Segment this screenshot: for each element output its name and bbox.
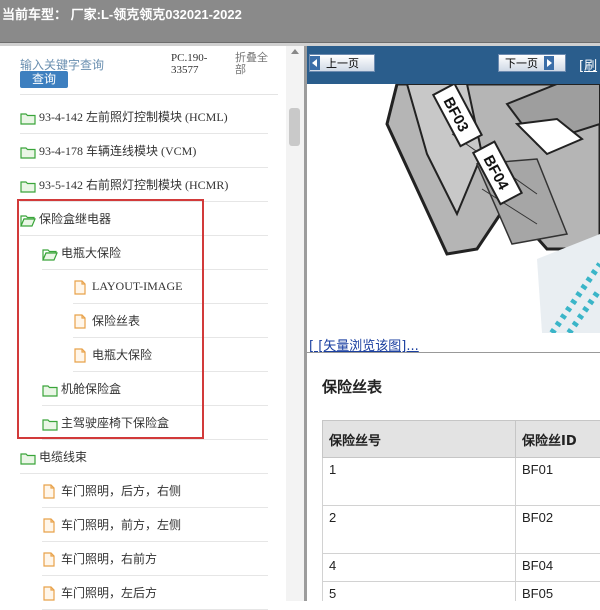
- cell-fuse-id: BF05: [516, 582, 600, 602]
- fuse-layout-diagram: BF03 BF04: [307, 84, 600, 333]
- tree-item[interactable]: 车门照明，左后方: [42, 576, 268, 610]
- table-row: 5BF05: [323, 582, 600, 602]
- next-page-label: 下一页: [499, 55, 544, 71]
- tree-item[interactable]: 93-4-142 左前照灯控制模块 (HCML): [20, 100, 268, 134]
- column-header-fuse-no: 保险丝号: [323, 421, 516, 458]
- table-row: 1BF01: [323, 458, 600, 506]
- tree-item-label: 车门照明，前方，左侧: [61, 516, 181, 533]
- tree-item-label: 93-5-142 右前照灯控制模块 (HCMR): [39, 176, 228, 193]
- viewer-nav-bar: 上一页 下一页 [刷: [307, 46, 600, 84]
- tree-item-label: 电缆线束: [39, 448, 87, 465]
- sidebar-scrollbar[interactable]: [286, 46, 304, 601]
- cell-fuse-no: 2: [323, 506, 516, 554]
- tree-item[interactable]: 车门照明，后方，右侧: [42, 474, 268, 508]
- next-page-button[interactable]: 下一页: [498, 54, 566, 72]
- tree-item[interactable]: 93-4-178 车辆连线模块 (VCM): [20, 134, 268, 168]
- refresh-link[interactable]: [刷: [579, 55, 597, 74]
- cell-fuse-id: BF01: [516, 458, 600, 506]
- cell-fuse-no: 1: [323, 458, 516, 506]
- tree-item[interactable]: 93-5-142 右前照灯控制模块 (HCMR): [20, 168, 268, 202]
- tree-item-label: 93-4-178 车辆连线模块 (VCM): [39, 142, 196, 159]
- prev-page-label: 上一页: [320, 55, 365, 71]
- tree-item[interactable]: 车门照明，前方，左侧: [42, 508, 268, 542]
- folder-icon: [20, 110, 36, 123]
- table-header-row: 保险丝号 保险丝ID: [323, 421, 600, 458]
- folder-icon: [20, 178, 36, 191]
- tree-item[interactable]: 电缆线束: [20, 440, 268, 474]
- scroll-up-icon[interactable]: [291, 49, 299, 54]
- tree-item-label: 车门照明，后方，右侧: [61, 482, 181, 499]
- cell-fuse-id: BF02: [516, 506, 600, 554]
- table-row: 2BF02: [323, 506, 600, 554]
- cell-fuse-no: 4: [323, 554, 516, 582]
- highlight-box: [17, 199, 204, 439]
- viewer-panel: 上一页 下一页 [刷 BF03: [307, 46, 600, 601]
- arrow-right-icon: [544, 56, 554, 70]
- document-icon: [42, 484, 58, 497]
- tree-item[interactable]: 车门照明，右前方: [42, 542, 268, 576]
- search-button[interactable]: 查询: [20, 71, 68, 88]
- document-icon: [42, 586, 58, 599]
- collapse-all-link[interactable]: 折叠全部: [235, 52, 275, 76]
- header-divider: [20, 94, 278, 95]
- arrow-left-icon: [310, 56, 320, 70]
- fuse-table: 保险丝号 保险丝ID 1BF012BF024BF045BF05: [322, 420, 600, 601]
- table-row: 4BF04: [323, 554, 600, 582]
- window-title: 当前车型： 厂家:L-领克领克032021-2022: [2, 4, 242, 23]
- pc-info-text: PC.190-33577: [171, 52, 231, 76]
- prev-page-button[interactable]: 上一页: [309, 54, 375, 72]
- folder-icon: [20, 450, 36, 463]
- tree-item-label: 车门照明，右前方: [61, 550, 157, 567]
- scrollbar-thumb[interactable]: [289, 108, 300, 146]
- tree-item-label: 93-4-142 左前照灯控制模块 (HCML): [39, 108, 228, 125]
- column-header-fuse-id: 保险丝ID: [516, 421, 600, 458]
- document-icon: [42, 552, 58, 565]
- cell-fuse-id: BF04: [516, 554, 600, 582]
- title-bar: 当前车型： 厂家:L-领克领克032021-2022: [0, 0, 600, 43]
- tree-item-label: 车门照明，左后方: [61, 584, 157, 601]
- folder-icon: [20, 144, 36, 157]
- document-icon: [42, 518, 58, 531]
- cell-fuse-no: 5: [323, 582, 516, 602]
- content-divider: [307, 352, 600, 353]
- fuse-table-body: 1BF012BF024BF045BF05: [323, 458, 600, 602]
- fuse-table-title: 保险丝表: [322, 376, 382, 397]
